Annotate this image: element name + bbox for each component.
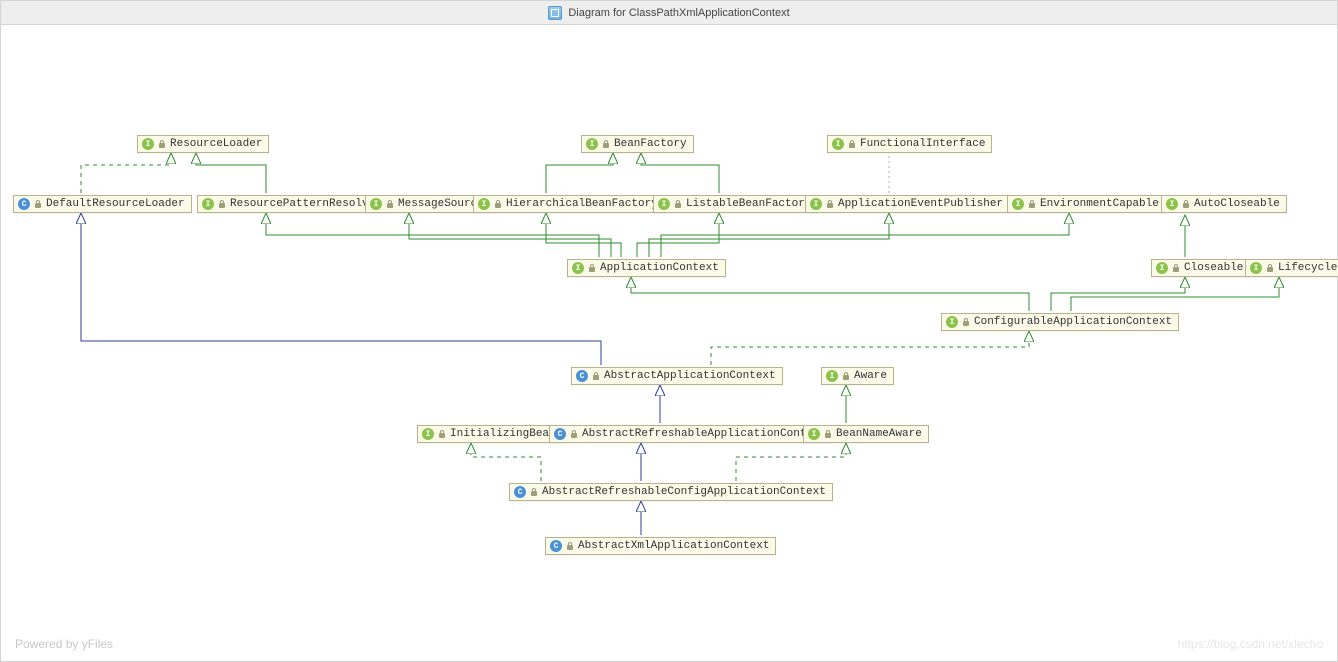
interface-icon: I <box>422 428 434 440</box>
node-abstractrefreshableconfigapplicationcontext[interactable]: C AbstractRefreshableConfigApplicationCo… <box>509 483 833 501</box>
node-label: HierarchicalBeanFactory <box>506 198 658 210</box>
interface-icon: I <box>370 198 382 210</box>
node-label: ApplicationEventPublisher <box>838 198 1003 210</box>
lock-icon <box>34 200 42 208</box>
lock-icon <box>1182 200 1190 208</box>
node-closeable[interactable]: I Closeable <box>1151 259 1250 277</box>
node-messagesource[interactable]: I MessageSource <box>365 195 491 213</box>
node-label: ApplicationContext <box>600 262 719 274</box>
lock-icon <box>218 200 226 208</box>
interface-icon: I <box>572 262 584 274</box>
interface-icon: I <box>1166 198 1178 210</box>
lock-icon <box>842 372 850 380</box>
lock-icon <box>848 140 856 148</box>
footer-watermark: https://blog.csdn.net/xlecho <box>1178 637 1323 651</box>
node-resourcepatternresolver[interactable]: I ResourcePatternResolver <box>197 195 389 213</box>
node-aware[interactable]: I Aware <box>821 367 894 385</box>
interface-icon: I <box>202 198 214 210</box>
node-label: AbstractRefreshableApplicationContext <box>582 428 826 440</box>
node-label: InitializingBean <box>450 428 556 440</box>
node-abstractapplicationcontext[interactable]: C AbstractApplicationContext <box>571 367 783 385</box>
lock-icon <box>602 140 610 148</box>
lock-icon <box>530 488 538 496</box>
lock-icon <box>674 200 682 208</box>
footer-powered-by: Powered by yFiles <box>15 637 113 651</box>
node-abstractxmlapplicationcontext[interactable]: C AbstractXmlApplicationContext <box>545 537 776 555</box>
lock-icon <box>1266 264 1274 272</box>
node-label: AbstractApplicationContext <box>604 370 776 382</box>
node-resourceloader[interactable]: I ResourceLoader <box>137 135 269 153</box>
node-label: MessageSource <box>398 198 484 210</box>
node-beanfactory[interactable]: I BeanFactory <box>581 135 694 153</box>
node-label: AutoCloseable <box>1194 198 1280 210</box>
node-functionalinterface[interactable]: I FunctionalInterface <box>827 135 992 153</box>
node-beannameaware[interactable]: I BeanNameAware <box>803 425 929 443</box>
class-icon: C <box>514 486 526 498</box>
title-text: Diagram for ClassPathXmlApplicationConte… <box>568 7 789 19</box>
node-label: FunctionalInterface <box>860 138 985 150</box>
node-label: ListableBeanFactory <box>686 198 811 210</box>
lock-icon <box>824 430 832 438</box>
node-label: AbstractRefreshableConfigApplicationCont… <box>542 486 826 498</box>
node-label: ConfigurableApplicationContext <box>974 316 1172 328</box>
interface-icon: I <box>946 316 958 328</box>
node-applicationeventpublisher[interactable]: I ApplicationEventPublisher <box>805 195 1010 213</box>
node-label: EnvironmentCapable <box>1040 198 1159 210</box>
lock-icon <box>592 372 600 380</box>
node-initializingbean[interactable]: I InitializingBean <box>417 425 563 443</box>
interface-icon: I <box>832 138 844 150</box>
node-label: Aware <box>854 370 887 382</box>
interface-icon: I <box>826 370 838 382</box>
node-configurableapplicationcontext[interactable]: I ConfigurableApplicationContext <box>941 313 1179 331</box>
diagram-icon <box>548 6 562 20</box>
lock-icon <box>566 542 574 550</box>
lock-icon <box>588 264 596 272</box>
interface-icon: I <box>1250 262 1262 274</box>
interface-icon: I <box>478 198 490 210</box>
node-hierarchicalbeanfactory[interactable]: I HierarchicalBeanFactory <box>473 195 665 213</box>
interface-icon: I <box>1156 262 1168 274</box>
lock-icon <box>438 430 446 438</box>
lock-icon <box>1028 200 1036 208</box>
node-label: DefaultResourceLoader <box>46 198 185 210</box>
interface-icon: I <box>586 138 598 150</box>
node-label: BeanFactory <box>614 138 687 150</box>
interface-icon: I <box>1012 198 1024 210</box>
node-environmentcapable[interactable]: I EnvironmentCapable <box>1007 195 1166 213</box>
node-defaultresourceloader[interactable]: C DefaultResourceLoader <box>13 195 192 213</box>
node-label: BeanNameAware <box>836 428 922 440</box>
node-autocloseable[interactable]: I AutoCloseable <box>1161 195 1287 213</box>
node-label: ResourcePatternResolver <box>230 198 382 210</box>
node-label: Lifecycle <box>1278 262 1337 274</box>
class-icon: C <box>576 370 588 382</box>
lock-icon <box>158 140 166 148</box>
lock-icon <box>570 430 578 438</box>
connectors-layer <box>1 25 1337 661</box>
node-lifecycle[interactable]: I Lifecycle <box>1245 259 1338 277</box>
node-abstractrefreshableapplicationcontext[interactable]: C AbstractRefreshableApplicationContext <box>549 425 833 443</box>
class-icon: C <box>550 540 562 552</box>
interface-icon: I <box>810 198 822 210</box>
lock-icon <box>494 200 502 208</box>
diagram-canvas[interactable]: I ResourceLoader I BeanFactory I Functio… <box>1 25 1337 661</box>
node-applicationcontext[interactable]: I ApplicationContext <box>567 259 726 277</box>
title-bar: Diagram for ClassPathXmlApplicationConte… <box>1 1 1337 25</box>
node-label: AbstractXmlApplicationContext <box>578 540 769 552</box>
node-listablebeanfactory[interactable]: I ListableBeanFactory <box>653 195 818 213</box>
class-icon: C <box>554 428 566 440</box>
lock-icon <box>386 200 394 208</box>
interface-icon: I <box>658 198 670 210</box>
lock-icon <box>1172 264 1180 272</box>
class-icon: C <box>18 198 30 210</box>
interface-icon: I <box>808 428 820 440</box>
node-label: ResourceLoader <box>170 138 262 150</box>
interface-icon: I <box>142 138 154 150</box>
lock-icon <box>826 200 834 208</box>
node-label: Closeable <box>1184 262 1243 274</box>
lock-icon <box>962 318 970 326</box>
